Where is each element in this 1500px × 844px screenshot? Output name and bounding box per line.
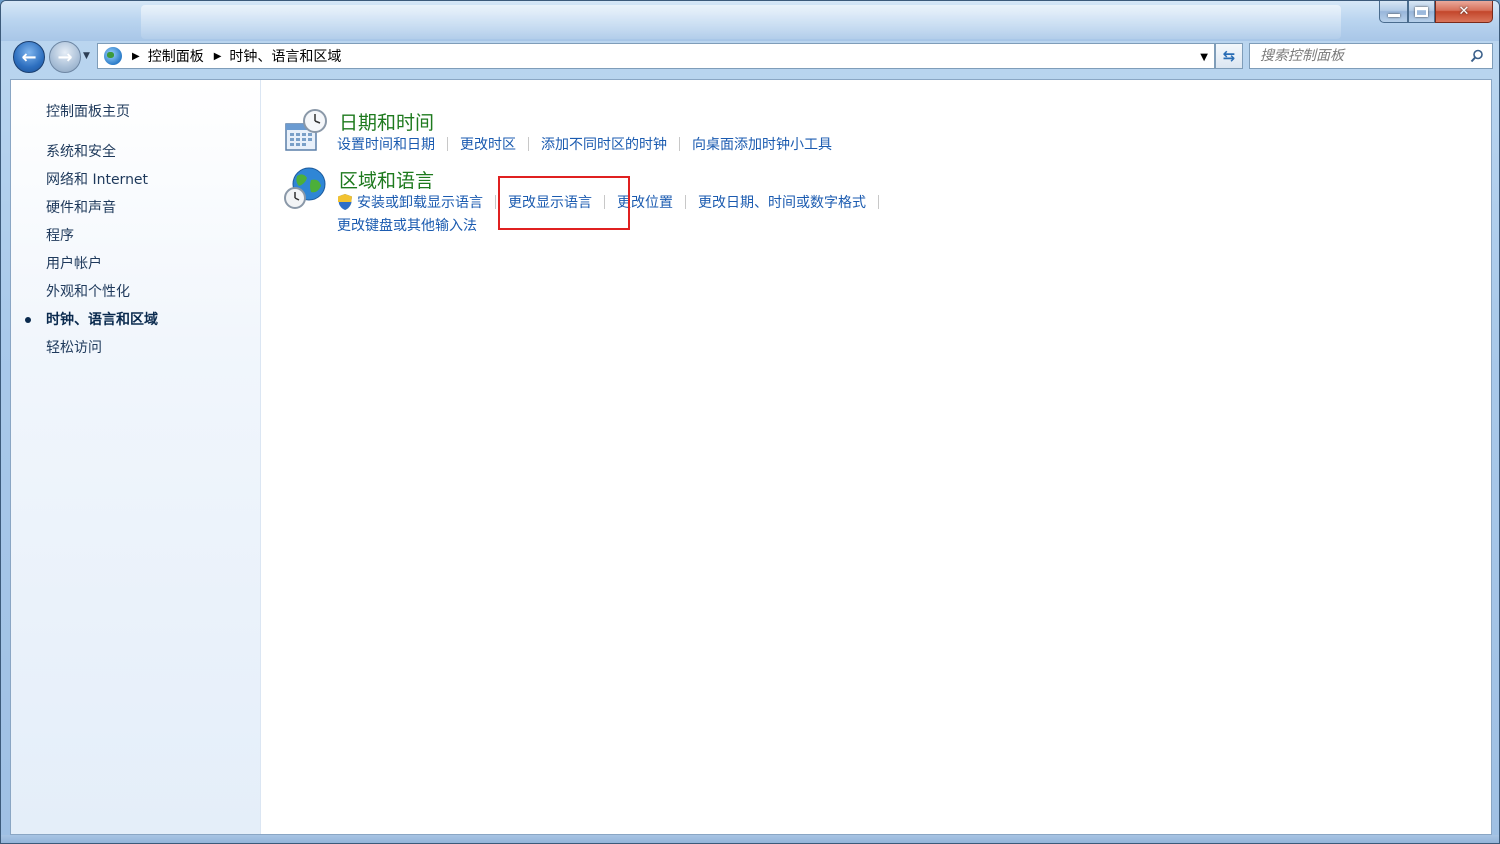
address-bar[interactable]: ▶ 控制面板 ▶ 时钟、语言和区域 ▼ [97,43,1215,69]
uac-shield-icon [338,194,352,210]
link-separator [447,137,448,151]
search-box[interactable] [1249,43,1493,69]
link-add-clock-gadget[interactable]: 向桌面添加时钟小工具 [692,134,832,154]
back-button[interactable]: ← [13,41,45,73]
category-title-region-language[interactable]: 区域和语言 [339,166,434,193]
link-separator [528,137,529,151]
link-install-display-language[interactable]: 安装或卸载显示语言 [357,192,483,212]
navigation-bar: ← → ▼ ▶ 控制面板 ▶ 时钟、语言和区域 ▼ ⇆ [1,39,1499,75]
search-input[interactable] [1260,45,1460,67]
minimize-button[interactable] [1379,1,1408,23]
sidebar-item-user-accounts[interactable]: 用户帐户 [46,254,158,282]
minimize-icon [1387,14,1400,17]
breadcrumb-arrow-icon[interactable]: ▶ [214,51,222,62]
sidebar-item-ease-of-access[interactable]: 轻松访问 [46,338,158,366]
forward-arrow-icon: → [57,46,73,68]
link-set-time-date[interactable]: 设置时间和日期 [337,134,435,154]
sidebar-item-network-internet[interactable]: 网络和 Internet [46,170,158,198]
category-title-date-time[interactable]: 日期和时间 [339,108,434,135]
sidebar: 控制面板主页 系统和安全 网络和 Internet 硬件和声音 程序 用户帐户 … [11,80,261,834]
link-separator [679,137,680,151]
forward-button[interactable]: → [49,41,81,73]
highlight-annotation-box [498,176,630,230]
globe-clock-icon[interactable] [283,166,329,212]
sidebar-home-link[interactable]: 控制面板主页 [46,101,130,121]
close-button[interactable]: ✕ [1435,1,1493,23]
maximize-button[interactable] [1408,1,1435,23]
breadcrumb-control-panel[interactable]: 控制面板 [148,46,204,66]
link-change-time-zone[interactable]: 更改时区 [460,134,516,154]
sidebar-item-programs[interactable]: 程序 [46,226,158,254]
sidebar-item-appearance[interactable]: 外观和个性化 [46,282,158,310]
back-arrow-icon: ← [21,46,37,68]
sidebar-item-clock-language-region: 时钟、语言和区域 [25,310,158,338]
close-icon: ✕ [1458,4,1470,19]
link-separator [495,195,496,209]
title-glow [141,5,1341,39]
link-change-keyboard-input[interactable]: 更改键盘或其他输入法 [337,215,477,235]
search-icon[interactable] [1470,49,1484,63]
control-panel-window: ✕ ← → ▼ ▶ 控制面板 ▶ 时钟、语言和区域 ▼ ⇆ 搜索控制面板 控制面… [0,0,1500,844]
main-panel: 日期和时间 设置时间和日期 更改时区 添加不同时区的时钟 向桌面添加时钟小工具 [261,80,1491,834]
control-panel-icon [104,47,122,65]
link-change-formats[interactable]: 更改日期、时间或数字格式 [698,192,866,212]
link-separator [685,195,686,209]
content-area: 控制面板主页 系统和安全 网络和 Internet 硬件和声音 程序 用户帐户 … [10,79,1492,835]
sidebar-list: 系统和安全 网络和 Internet 硬件和声音 程序 用户帐户 外观和个性化 … [25,142,158,366]
date-time-links: 设置时间和日期 更改时区 添加不同时区的时钟 向桌面添加时钟小工具 [337,134,832,154]
sidebar-item-hardware-sound[interactable]: 硬件和声音 [46,198,158,226]
recent-pages-dropdown[interactable]: ▼ [83,51,90,61]
address-dropdown-icon[interactable]: ▼ [1200,52,1208,63]
sidebar-item-system-security[interactable]: 系统和安全 [46,142,158,170]
title-bar[interactable]: ✕ [1,1,1499,41]
link-separator [878,195,879,209]
refresh-button[interactable]: ⇆ [1215,43,1243,69]
window-controls: ✕ [1379,1,1493,25]
breadcrumb-clock-language-region[interactable]: 时钟、语言和区域 [229,46,341,66]
maximize-icon [1415,6,1428,17]
window-bottom-frame [1,835,1499,843]
breadcrumb-arrow-icon[interactable]: ▶ [132,51,140,62]
link-add-clocks[interactable]: 添加不同时区的时钟 [541,134,667,154]
calendar-clock-icon[interactable] [283,108,329,154]
refresh-icon: ⇆ [1222,47,1236,65]
